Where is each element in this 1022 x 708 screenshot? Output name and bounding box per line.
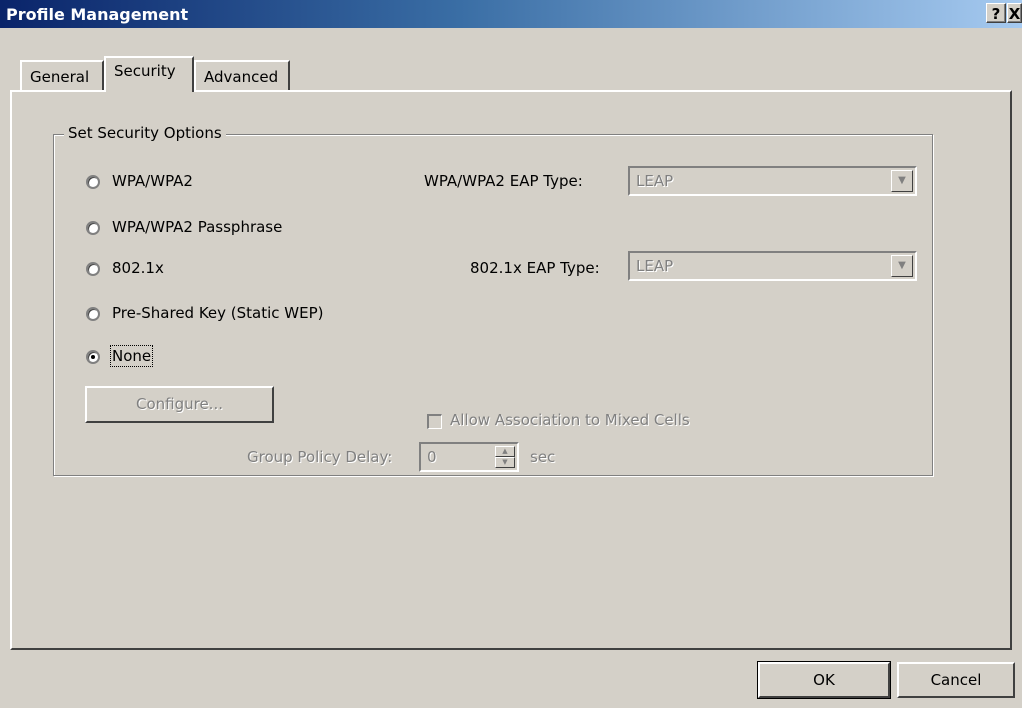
group-policy-delay-input[interactable]: 0 ▲ ▼ <box>419 442 519 472</box>
dot1x-eap-type-label: 802.1x EAP Type: <box>470 259 600 277</box>
radio-wpa-label[interactable]: WPA/WPA2 <box>112 172 193 190</box>
radio-wpa[interactable] <box>86 175 100 189</box>
radio-psk-label[interactable]: Pre-Shared Key (Static WEP) <box>112 304 324 322</box>
wpa-eap-type-value: LEAP <box>636 172 674 190</box>
chevron-down-icon[interactable]: ▼ <box>891 255 913 277</box>
mixed-cells-checkbox[interactable] <box>427 414 442 429</box>
mixed-cells-label[interactable]: Allow Association to Mixed Cells <box>450 411 690 429</box>
radio-8021x[interactable] <box>86 262 100 276</box>
group-policy-delay-unit: sec <box>530 448 556 466</box>
close-button[interactable]: X <box>1007 3 1022 23</box>
cancel-button[interactable]: Cancel <box>897 662 1015 698</box>
group-policy-delay-value: 0 <box>427 448 437 466</box>
radio-8021x-label[interactable]: 802.1x <box>112 259 164 277</box>
help-button[interactable]: ? <box>986 3 1006 23</box>
radio-psk[interactable] <box>86 307 100 321</box>
chevron-down-icon[interactable]: ▼ <box>891 170 913 192</box>
group-policy-delay-label: Group Policy Delay: <box>247 448 393 466</box>
configure-button[interactable]: Configure... <box>85 386 274 423</box>
dot1x-eap-type-value: LEAP <box>636 257 674 275</box>
radio-none-label[interactable]: None <box>109 345 154 367</box>
window-title: Profile Management <box>6 5 189 24</box>
group-title: Set Security Options <box>64 124 226 142</box>
ok-button[interactable]: OK <box>757 661 891 699</box>
spinner-arrows-icon[interactable]: ▲ ▼ <box>495 446 515 468</box>
radio-none[interactable] <box>86 350 100 364</box>
title-bar: Profile Management ? X <box>0 0 1022 28</box>
tab-security[interactable]: Security <box>104 56 194 92</box>
tab-advanced[interactable]: Advanced <box>194 60 290 90</box>
wpa-eap-type-label: WPA/WPA2 EAP Type: <box>424 172 583 190</box>
radio-selected-dot <box>91 355 95 359</box>
radio-wpa-passphrase-label[interactable]: WPA/WPA2 Passphrase <box>112 218 282 236</box>
wpa-eap-type-select[interactable]: LEAP ▼ <box>628 166 917 196</box>
tab-general[interactable]: General <box>20 60 104 90</box>
dot1x-eap-type-select[interactable]: LEAP ▼ <box>628 251 917 281</box>
radio-wpa-passphrase[interactable] <box>86 221 100 235</box>
